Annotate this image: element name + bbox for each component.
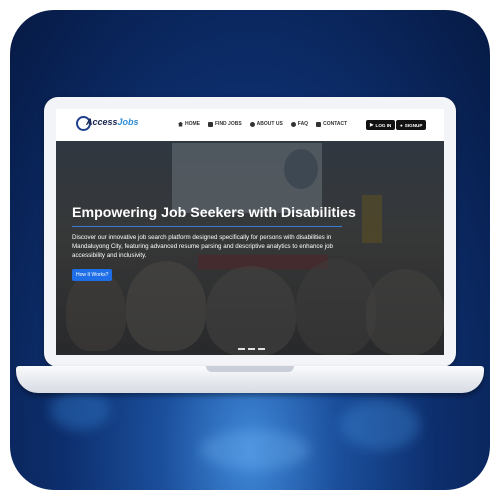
question-icon (290, 121, 296, 127)
login-button[interactable]: ▶ LOG IN (366, 120, 396, 130)
carousel-dot[interactable] (258, 348, 265, 350)
bokeh-light (50, 390, 110, 430)
logo-text: AccessJobs (86, 117, 139, 127)
nav-contact[interactable]: CONTACT (316, 121, 347, 127)
nav-faq-label: FAQ (297, 121, 309, 127)
logo[interactable]: AccessJobs (76, 115, 139, 135)
hero-section: Empowering Job Seekers with Disabilities… (56, 141, 444, 355)
nav-contact-label: CONTACT (323, 121, 348, 127)
laptop-notch (206, 366, 294, 372)
carousel-indicators (238, 348, 265, 350)
login-icon: ▶ (370, 122, 374, 127)
contact-icon (316, 121, 322, 127)
briefcase-icon (208, 121, 213, 127)
hero-title-underline (72, 226, 342, 227)
info-icon (249, 121, 255, 127)
nav-home[interactable]: HOME (178, 121, 200, 127)
hero-title: Empowering Job Seekers with Disabilities (72, 205, 356, 221)
nav-links: HOME FIND JOBS ABOUT US FAQ CONTACT (178, 121, 347, 127)
bokeh-light (340, 400, 420, 450)
app-icon-stage: AccessJobs HOME FIND JOBS ABOUT US FAQ C… (0, 0, 500, 500)
nav-about-us[interactable]: ABOUT US (249, 121, 283, 127)
logo-text-jobs: Jobs (117, 117, 139, 127)
nav-home-label: HOME (185, 121, 200, 127)
user-plus-icon: ● (400, 122, 403, 128)
laptop-screen: AccessJobs HOME FIND JOBS ABOUT US FAQ C… (56, 109, 444, 355)
how-it-works-button[interactable]: How It Works? (72, 269, 113, 281)
nav-find-jobs-label: FIND JOBS (215, 121, 242, 127)
carousel-dot[interactable] (238, 348, 245, 350)
nav-find-jobs[interactable]: FIND JOBS (208, 121, 242, 127)
navbar: AccessJobs HOME FIND JOBS ABOUT US FAQ C… (56, 109, 444, 142)
hero-description: Discover our innovative job search platf… (72, 234, 333, 259)
signup-label: SIGNUP (404, 122, 423, 128)
carousel-dot[interactable] (248, 348, 255, 350)
nav-about-us-label: ABOUT US (256, 121, 283, 127)
bokeh-light (200, 430, 310, 470)
login-label: LOG IN (375, 122, 392, 128)
home-icon (178, 121, 183, 127)
logo-text-access: Access (86, 117, 118, 127)
nav-faq[interactable]: FAQ (290, 121, 309, 127)
signup-button[interactable]: ● SIGNUP (396, 120, 427, 130)
